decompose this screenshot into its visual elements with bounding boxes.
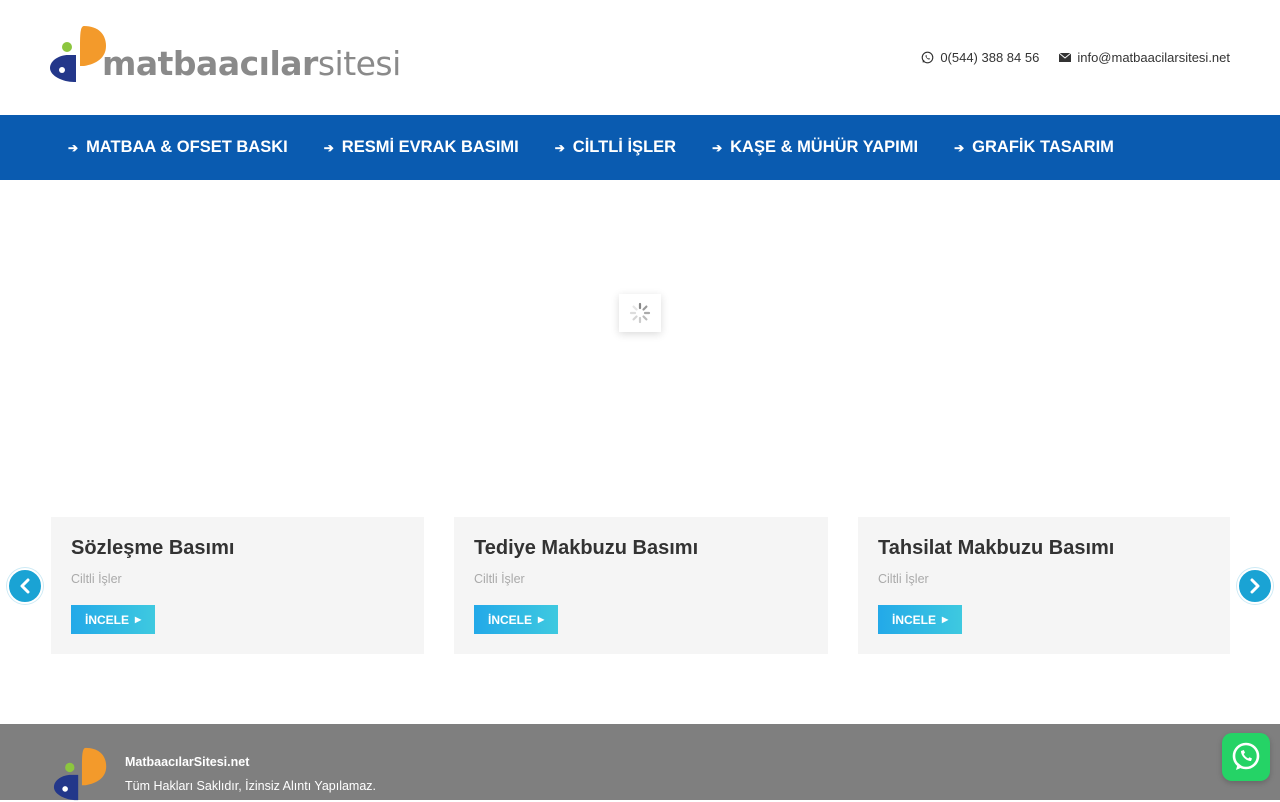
footer-copyright: Tüm Hakları Saklıdır, İzinsiz Alıntı Yap…	[125, 779, 377, 793]
logo-wordmark: matbaacılarsitesi	[102, 44, 401, 83]
product-card: Sözleşme Basımı Ciltli İşler İNCELE ▶	[51, 517, 424, 654]
nav-item-label: CİLTLİ İŞLER	[572, 138, 677, 156]
site-logo[interactable]: matbaacılarsitesi	[50, 24, 401, 86]
envelope-icon	[1059, 53, 1072, 62]
caret-right-icon: ▶	[135, 615, 142, 624]
incele-button[interactable]: İNCELE ▶	[71, 605, 156, 634]
button-label: İNCELE	[488, 612, 533, 627]
nav-item-label: KAŞE & MÜHÜR YAPIMI	[730, 138, 919, 156]
footer-logo-icon[interactable]	[52, 746, 110, 802]
spinner-icon	[629, 302, 651, 324]
nav-item-matbaa-ofset[interactable]: ➔ MATBAA & OFSET BASKI	[68, 138, 288, 157]
header-contacts: 0(544) 388 84 56 info@matbaacilarsitesi.…	[921, 50, 1230, 65]
nav-item-label: MATBAA & OFSET BASKI	[86, 138, 288, 156]
footer-site-name: MatbaacılarSitesi.net	[125, 755, 250, 769]
card-category[interactable]: Ciltli İşler	[71, 572, 122, 586]
nav-item-kase-muhur[interactable]: ➔ KAŞE & MÜHÜR YAPIMI	[712, 138, 918, 157]
carousel-next-button[interactable]	[1237, 568, 1273, 604]
email-contact[interactable]: info@matbaacilarsitesi.net	[1059, 50, 1230, 65]
card-category[interactable]: Ciltli İşler	[878, 572, 929, 586]
whatsapp-icon	[921, 51, 934, 64]
arrow-right-icon: ➔	[323, 140, 334, 155]
arrow-right-icon: ➔	[554, 140, 565, 155]
nav-item-ciltli-isler[interactable]: ➔ CİLTLİ İŞLER	[555, 138, 676, 157]
nav-item-label: GRAFİK TASARIM	[972, 138, 1114, 156]
nav-list: ➔ MATBAA & OFSET BASKI ➔ RESMİ EVRAK BAS…	[68, 115, 1114, 180]
site-header: matbaacılarsitesi 0(544) 388 84 56 info@…	[0, 0, 1280, 115]
nav-item-grafik-tasarim[interactable]: ➔ GRAFİK TASARIM	[954, 138, 1114, 157]
nav-item-resmi-evrak[interactable]: ➔ RESMİ EVRAK BASIMI	[324, 138, 519, 157]
product-card: Tediye Makbuzu Basımı Ciltli İşler İNCEL…	[454, 517, 828, 654]
card-title[interactable]: Tediye Makbuzu Basımı	[474, 537, 698, 560]
product-card: Tahsilat Makbuzu Basımı Ciltli İşler İNC…	[858, 517, 1230, 654]
caret-right-icon: ▶	[942, 615, 949, 624]
phone-number: 0(544) 388 84 56	[940, 50, 1040, 65]
logo-mark-icon	[50, 26, 106, 82]
chevron-right-icon	[1250, 578, 1260, 594]
arrow-right-icon: ➔	[954, 140, 965, 155]
carousel-prev-button[interactable]	[7, 568, 43, 604]
whatsapp-chat-button[interactable]	[1222, 733, 1270, 781]
site-footer: MatbaacılarSitesi.net Tüm Hakları Saklıd…	[0, 724, 1280, 802]
incele-button[interactable]: İNCELE ▶	[474, 605, 559, 634]
arrow-right-icon: ➔	[68, 140, 79, 155]
slider-loader	[619, 294, 661, 332]
main-nav: ➔ MATBAA & OFSET BASKI ➔ RESMİ EVRAK BAS…	[0, 115, 1280, 180]
card-title[interactable]: Tahsilat Makbuzu Basımı	[878, 537, 1114, 560]
incele-button[interactable]: İNCELE ▶	[878, 605, 963, 634]
card-title[interactable]: Sözleşme Basımı	[71, 537, 234, 560]
phone-contact[interactable]: 0(544) 388 84 56	[921, 50, 1039, 65]
nav-item-label: RESMİ EVRAK BASIMI	[341, 138, 519, 156]
card-category[interactable]: Ciltli İşler	[474, 572, 525, 586]
arrow-right-icon: ➔	[712, 140, 723, 155]
whatsapp-icon	[1232, 742, 1260, 770]
chevron-left-icon	[20, 578, 30, 594]
email-address: info@matbaacilarsitesi.net	[1077, 50, 1230, 65]
caret-right-icon: ▶	[538, 615, 545, 624]
button-label: İNCELE	[892, 612, 937, 627]
button-label: İNCELE	[85, 612, 130, 627]
